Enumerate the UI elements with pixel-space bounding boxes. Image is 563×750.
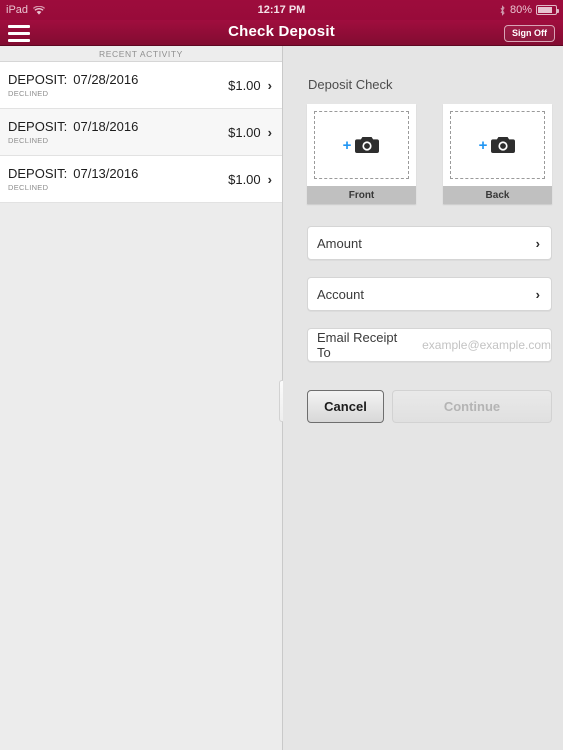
row-kind: DEPOSIT: <box>8 72 68 87</box>
table-row[interactable]: DEPOSIT: 07/28/2016 DECLINED $1.00 › <box>0 62 282 109</box>
email-receipt-field[interactable]: Email Receipt To example@example.com <box>307 328 552 362</box>
account-field[interactable]: Account › <box>307 277 552 311</box>
capture-tile-back-body[interactable]: + <box>443 104 552 186</box>
status-bar-time: 12:17 PM <box>257 4 306 16</box>
capture-tile-front-label: Front <box>307 186 416 204</box>
chevron-right-icon: › <box>535 235 540 251</box>
amount-field[interactable]: Amount › <box>307 226 552 260</box>
row-kind: DEPOSIT: <box>8 166 68 181</box>
chevron-right-icon: › <box>535 286 540 302</box>
sign-off-button[interactable]: Sign Off <box>504 25 555 42</box>
email-receipt-input[interactable]: example@example.com <box>412 338 551 352</box>
plus-icon: + <box>342 137 352 154</box>
capture-tile-back-label: Back <box>443 186 552 204</box>
camera-icon <box>490 135 516 155</box>
status-badge: DECLINED <box>8 183 49 192</box>
row-date: 07/28/2016 <box>73 72 139 87</box>
continue-button[interactable]: Continue <box>392 390 552 423</box>
battery-percent-label: 80% <box>509 4 532 16</box>
amount-field-label: Amount <box>317 235 362 251</box>
row-title: DEPOSIT: 07/28/2016 <box>8 72 228 87</box>
chevron-right-icon[interactable]: › <box>268 126 282 139</box>
row-text-block: DEPOSIT: 07/13/2016 DECLINED <box>0 166 228 192</box>
recent-activity-list: DEPOSIT: 07/28/2016 DECLINED $1.00 › DEPO… <box>0 62 282 203</box>
account-field-label: Account <box>317 286 364 302</box>
chevron-right-icon[interactable]: › <box>268 79 282 92</box>
row-amount: $1.00 <box>228 124 261 140</box>
status-badge: DECLINED <box>8 136 49 145</box>
table-row[interactable]: DEPOSIT: 07/18/2016 DECLINED $1.00 › <box>0 109 282 156</box>
capture-tile-front[interactable]: + Front <box>307 104 416 204</box>
row-title: DEPOSIT: 07/13/2016 <box>8 166 228 181</box>
row-date: 07/18/2016 <box>73 119 139 134</box>
row-title: DEPOSIT: 07/18/2016 <box>8 119 228 134</box>
capture-tile-front-body[interactable]: + <box>307 104 416 186</box>
capture-tiles: + Front + Back <box>307 104 552 204</box>
recent-activity-header: RECENT ACTIVITY <box>0 46 282 62</box>
bluetooth-icon <box>499 4 506 16</box>
status-bar-right: 80% <box>499 4 559 16</box>
camera-icon <box>354 135 380 155</box>
check-deposit-screen: iPad 12:17 PM 80% Check Deposit Sign Off… <box>0 0 563 750</box>
dashed-frame: + <box>314 111 409 179</box>
row-text-block: DEPOSIT: 07/18/2016 DECLINED <box>0 119 228 145</box>
row-date: 07/13/2016 <box>73 166 139 181</box>
row-amount: $1.00 <box>228 171 261 187</box>
recent-activity-pane: RECENT ACTIVITY DEPOSIT: 07/28/2016 DECLI… <box>0 46 282 750</box>
row-amount: $1.00 <box>228 77 261 93</box>
chevron-right-icon[interactable]: › <box>268 173 282 186</box>
deposit-check-title: Deposit Check <box>308 77 393 92</box>
page-title: Check Deposit <box>228 23 335 40</box>
email-receipt-label: Email Receipt To <box>317 330 398 360</box>
battery-icon <box>536 5 559 15</box>
cancel-button[interactable]: Cancel <box>307 390 384 423</box>
capture-tile-back[interactable]: + Back <box>443 104 552 204</box>
row-kind: DEPOSIT: <box>8 119 68 134</box>
plus-icon: + <box>478 137 488 154</box>
status-bar: iPad 12:17 PM 80% <box>0 0 563 20</box>
dashed-frame: + <box>450 111 545 179</box>
status-badge: DECLINED <box>8 89 49 98</box>
navigation-bar: Check Deposit Sign Off <box>0 20 563 46</box>
row-text-block: DEPOSIT: 07/28/2016 DECLINED <box>0 72 228 98</box>
table-row[interactable]: DEPOSIT: 07/13/2016 DECLINED $1.00 › <box>0 156 282 203</box>
